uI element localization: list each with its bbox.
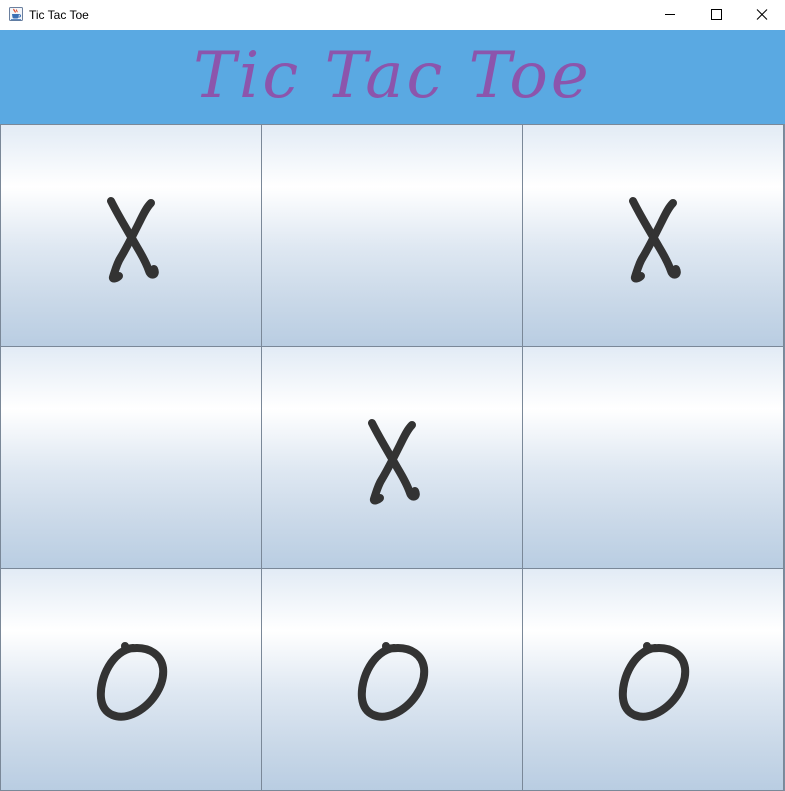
x-mark-icon bbox=[368, 418, 420, 504]
cell-mark bbox=[1, 125, 261, 346]
close-icon bbox=[756, 9, 768, 20]
board-cell-r3c3[interactable] bbox=[522, 568, 784, 791]
board-cell-r1c2[interactable] bbox=[261, 124, 523, 347]
cell-mark bbox=[1, 347, 261, 568]
cell-mark bbox=[262, 125, 522, 346]
board-cell-r2c2[interactable] bbox=[261, 346, 523, 569]
x-mark-icon bbox=[629, 196, 681, 282]
board-cell-r2c3[interactable] bbox=[522, 346, 784, 569]
maximize-button[interactable] bbox=[693, 0, 739, 30]
o-mark-icon bbox=[357, 641, 429, 721]
cell-mark bbox=[262, 347, 522, 568]
o-mark-icon bbox=[618, 641, 690, 721]
o-mark-icon bbox=[96, 641, 168, 721]
game-title: Tic Tac Toe bbox=[193, 39, 592, 113]
cell-mark bbox=[523, 125, 783, 346]
header-banner: Tic Tac Toe bbox=[0, 30, 785, 124]
cell-mark bbox=[1, 569, 261, 790]
maximize-icon bbox=[711, 9, 722, 20]
cell-mark bbox=[523, 569, 783, 790]
board-cell-r1c1[interactable] bbox=[0, 124, 262, 347]
close-button[interactable] bbox=[739, 0, 785, 30]
java-cup-icon bbox=[8, 6, 24, 22]
minimize-icon bbox=[665, 14, 675, 15]
cell-mark bbox=[523, 347, 783, 568]
title-bar[interactable]: Tic Tac Toe bbox=[0, 0, 785, 30]
board-cell-r1c3[interactable] bbox=[522, 124, 784, 347]
minimize-button[interactable] bbox=[647, 0, 693, 30]
window-title: Tic Tac Toe bbox=[29, 8, 89, 22]
board-cell-r3c2[interactable] bbox=[261, 568, 523, 791]
cell-mark bbox=[262, 569, 522, 790]
game-board bbox=[0, 124, 785, 791]
app-window: Tic Tac Toe Tic Tac Toe bbox=[0, 0, 785, 791]
board-cell-r3c1[interactable] bbox=[0, 568, 262, 791]
board-cell-r2c1[interactable] bbox=[0, 346, 262, 569]
x-mark-icon bbox=[107, 196, 159, 282]
